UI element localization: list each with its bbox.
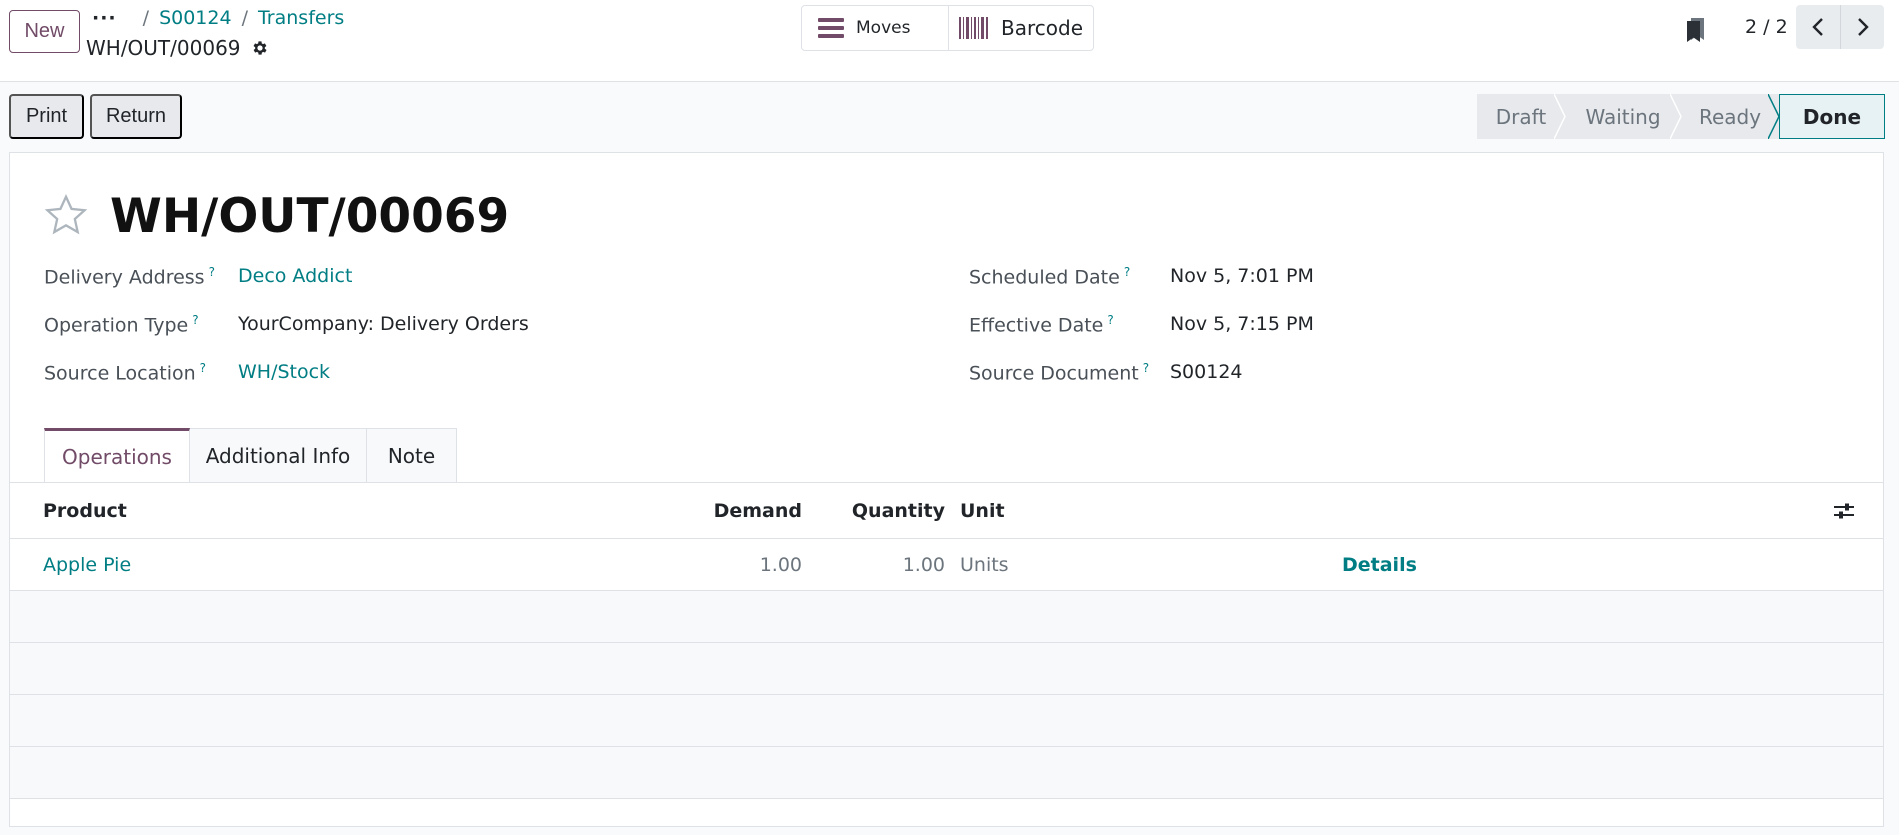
column-demand[interactable]: Demand <box>714 500 802 522</box>
gear-icon[interactable] <box>251 39 269 57</box>
chevron-right-icon <box>1857 18 1869 36</box>
tab-additional-info[interactable]: Additional Info <box>190 428 367 482</box>
effective-date-label: Effective Date? <box>969 313 1114 336</box>
row-demand: 1.00 <box>759 553 802 576</box>
chevron-left-icon <box>1812 18 1823 36</box>
help-tooltip-icon[interactable]: ? <box>1143 361 1149 375</box>
status-draft[interactable]: Draft <box>1477 94 1566 139</box>
column-product[interactable]: Product <box>43 500 127 522</box>
help-tooltip-icon[interactable]: ? <box>200 361 206 375</box>
row-quantity[interactable]: 1.00 <box>903 554 945 576</box>
print-button[interactable]: Print <box>9 94 84 139</box>
pager-next-button[interactable] <box>1840 5 1884 49</box>
breadcrumb-sale-order-link[interactable]: S00124 <box>159 7 232 29</box>
status-done-label: Done <box>1802 104 1862 129</box>
source-document-value: S00124 <box>1170 361 1243 383</box>
barcode-smart-button[interactable]: Barcode <box>948 6 1093 50</box>
operation-type-label-text: Operation Type <box>44 314 189 337</box>
notebook-tabs: Operations Additional Info Note <box>44 428 457 482</box>
tab-note[interactable]: Note <box>367 428 457 482</box>
moves-label: Moves <box>856 18 911 38</box>
barcode-label: Barcode <box>1001 16 1083 40</box>
source-location-label-text: Source Location <box>44 362 196 385</box>
moves-smart-button[interactable]: Moves <box>802 6 948 50</box>
status-waiting-label: Waiting <box>1585 104 1661 129</box>
effective-date-value: Nov 5, 7:15 PM <box>1170 313 1314 335</box>
breadcrumb-more-button[interactable]: ··· <box>92 7 117 29</box>
empty-row <box>10 695 1883 747</box>
column-unit[interactable]: Unit <box>960 500 1005 522</box>
effective-date-label-text: Effective Date <box>969 314 1104 337</box>
tab-operations[interactable]: Operations <box>44 428 190 482</box>
return-button[interactable]: Return <box>90 94 182 139</box>
help-tooltip-icon[interactable]: ? <box>1107 313 1113 327</box>
operation-type-value: YourCompany: Delivery Orders <box>238 313 529 335</box>
empty-row <box>10 747 1883 799</box>
breadcrumb-transfers-link[interactable]: Transfers <box>258 7 344 29</box>
smart-buttons: Moves Barcode <box>801 5 1094 51</box>
barcode-icon <box>959 17 989 39</box>
breadcrumb-separator: / <box>241 7 248 29</box>
status-draft-label: Draft <box>1495 104 1547 129</box>
details-button[interactable]: Details <box>1342 554 1417 576</box>
pager-value[interactable]: 2 / 2 <box>1745 16 1788 38</box>
list-icon <box>818 17 844 39</box>
row-product[interactable]: Apple Pie <box>43 554 131 576</box>
help-tooltip-icon[interactable]: ? <box>1124 265 1130 279</box>
table-row[interactable]: Apple Pie 1.00 1.00 Units Details <box>10 539 1883 591</box>
help-tooltip-icon[interactable]: ? <box>192 313 198 327</box>
column-quantity[interactable]: Quantity <box>852 500 945 522</box>
source-location-label: Source Location? <box>44 361 206 384</box>
delivery-address-value[interactable]: Deco Addict <box>238 265 352 287</box>
star-icon[interactable] <box>43 192 89 238</box>
source-document-label-text: Source Document <box>969 362 1139 385</box>
operations-table-header: Product Demand Quantity Unit <box>10 483 1883 539</box>
breadcrumb-separator: / <box>142 7 150 29</box>
record-name: WH/OUT/00069 <box>86 36 241 60</box>
empty-row <box>10 591 1883 643</box>
help-tooltip-icon[interactable]: ? <box>209 265 215 279</box>
scheduled-date-value: Nov 5, 7:01 PM <box>1170 265 1314 287</box>
current-record: WH/OUT/00069 <box>86 35 269 61</box>
new-button[interactable]: New <box>9 10 80 53</box>
control-panel: New ··· / S00124 / Transfers WH/OUT/0006… <box>0 0 1899 82</box>
status-bar: Draft Waiting Ready Done <box>1477 94 1885 139</box>
scheduled-date-label: Scheduled Date? <box>969 265 1130 288</box>
row-unit: Units <box>960 553 1009 576</box>
scheduled-date-label-text: Scheduled Date <box>969 266 1120 289</box>
optional-columns-icon[interactable] <box>1833 501 1855 521</box>
breadcrumb: ··· / S00124 / Transfers <box>92 5 344 31</box>
status-waiting[interactable]: Waiting <box>1565 94 1682 139</box>
record-title: WH/OUT/00069 <box>110 189 510 244</box>
delivery-address-label-text: Delivery Address <box>44 266 205 289</box>
empty-row <box>10 643 1883 695</box>
pager-previous-button[interactable] <box>1796 5 1840 49</box>
source-document-label: Source Document? <box>969 361 1149 384</box>
form-sheet: WH/OUT/00069 Delivery Address? Deco Addi… <box>9 152 1884 827</box>
status-ready[interactable]: Ready <box>1681 94 1780 139</box>
status-done[interactable]: Done <box>1779 94 1885 139</box>
status-ready-label: Ready <box>1698 104 1762 129</box>
operation-type-label: Operation Type? <box>44 313 199 336</box>
delivery-address-label: Delivery Address? <box>44 265 215 288</box>
bookmark-icon[interactable] <box>1685 17 1707 43</box>
source-location-value[interactable]: WH/Stock <box>238 361 330 383</box>
